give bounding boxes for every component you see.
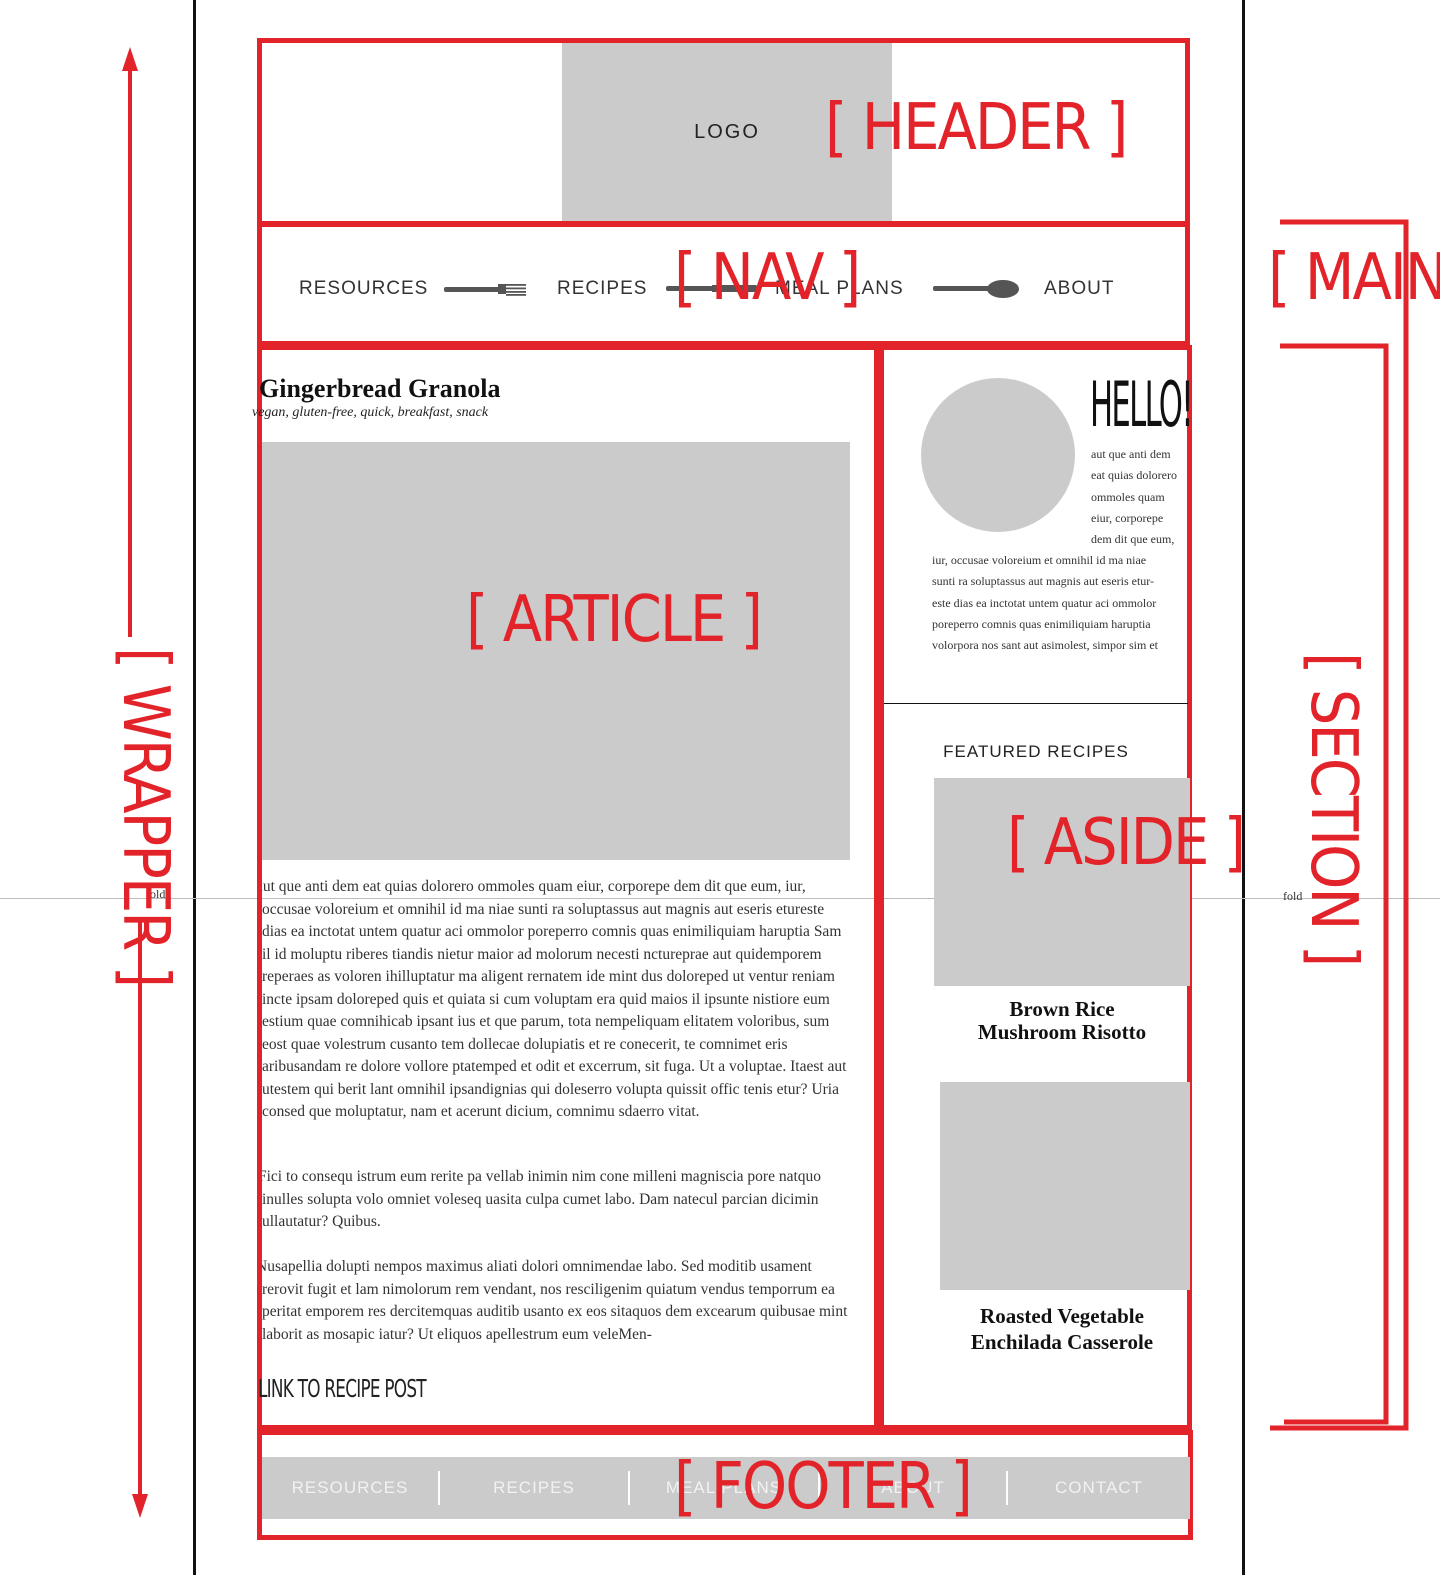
wrapper-right-edge	[1242, 0, 1245, 1575]
article-link[interactable]: LINK TO RECIPE POST	[258, 1374, 427, 1403]
nav-label: [ NAV ]	[674, 241, 861, 315]
article-title: Gingerbread Granola	[259, 374, 501, 403]
header-label: [ HEADER ]	[825, 91, 1128, 165]
hello-heading: HELLO!	[1090, 368, 1194, 441]
section-label: [ SECTION ]	[1296, 652, 1370, 966]
article-paragraph-3: Nusapellia dolupti nempos maximus aliati…	[262, 1258, 848, 1343]
aside-intro-wide: iur, occusae voloreium et omnihil id ma …	[932, 553, 1158, 653]
article-paragraph-2: Fici to consequ istrum eum rerite pa vel…	[262, 1168, 822, 1230]
featured-heading: FEATURED RECIPES	[943, 742, 1129, 761]
nav-item-about[interactable]: ABOUT	[1044, 278, 1114, 300]
article-paragraph-1: aut que anti dem eat quias dolorero ommo…	[262, 878, 847, 1120]
nav-item-resources[interactable]: RESOURCES	[299, 278, 428, 300]
footer-label: [ FOOTER ]	[674, 1450, 973, 1524]
main-label: [ MAIN ]	[1268, 241, 1440, 315]
fork-icon	[444, 284, 526, 296]
footer-item-resources[interactable]: RESOURCES	[262, 1457, 438, 1519]
article-label: [ ARTICLE ]	[466, 583, 763, 657]
aside-label: [ ASIDE ]	[1007, 806, 1246, 880]
footer-item-recipes[interactable]: RECIPES	[440, 1457, 628, 1519]
featured-recipe-title-2[interactable]: Roasted Vegetable Enchilada Casserole	[934, 1303, 1190, 1355]
wrapper-arrow-down	[132, 918, 148, 1518]
spoon-icon	[933, 280, 1019, 298]
article-tags: vegan, gluten-free, quick, breakfast, sn…	[252, 405, 489, 420]
wrapper-label: [ WRAPPER ]	[108, 647, 182, 987]
featured-recipe-title-1[interactable]: Brown Rice Mushroom Risotto	[934, 998, 1190, 1044]
featured-recipe-image-2[interactable]	[940, 1082, 1190, 1290]
footer-item-contact[interactable]: CONTACT	[1008, 1457, 1190, 1519]
aside-intro-narrow: aut que anti dem eat quias dolorero ommo…	[1091, 447, 1177, 547]
wrapper-left-edge	[193, 0, 196, 1575]
wrapper-arrow-up	[122, 47, 138, 637]
aside-divider	[884, 703, 1188, 704]
nav-item-recipes[interactable]: RECIPES	[557, 278, 647, 300]
profile-avatar	[921, 378, 1075, 532]
